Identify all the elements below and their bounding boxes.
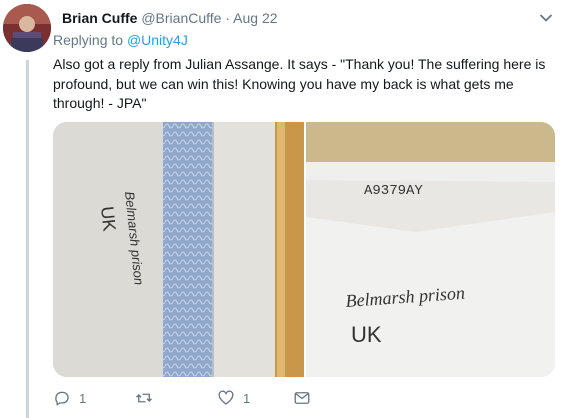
retweet-icon	[136, 393, 152, 403]
author-handle[interactable]: @BrianCuffe	[141, 10, 221, 26]
like-button[interactable]: 1	[217, 389, 250, 407]
like-icon	[218, 390, 234, 405]
photo-envelope-front[interactable]: Belmarsh prison UK	[53, 122, 304, 377]
author-name[interactable]: Brian Cuffe	[62, 10, 137, 26]
envelope-front-image: Belmarsh prison UK	[53, 122, 304, 377]
reply-button[interactable]: 1	[53, 389, 86, 407]
avatar-image	[3, 4, 51, 52]
avatar[interactable]	[3, 4, 51, 52]
chevron-down-icon[interactable]	[538, 10, 554, 26]
retweet-button[interactable]	[135, 389, 161, 407]
tweet-actions: 1 1	[53, 389, 353, 413]
tweet-text: Also got a reply from Julian Assange. It…	[53, 56, 546, 111]
media-grid: Belmarsh prison UK A9379AY Belmarsh pris…	[53, 122, 555, 377]
envelope-back-image: A9379AY Belmarsh prison UK	[306, 122, 555, 377]
direct-message-button[interactable]	[293, 389, 319, 407]
separator-dot: ·	[225, 10, 231, 26]
reply-context: Replying to @Unity4J	[53, 31, 188, 49]
reply-count: 1	[79, 390, 87, 406]
tweet-header: Brian Cuffe @BrianCuffe · Aug 22	[62, 9, 278, 27]
direct-message-icon	[294, 392, 310, 404]
like-count: 1	[243, 390, 251, 406]
handwriting-left-uk: UK	[97, 205, 120, 232]
thread-connector-line	[26, 60, 29, 418]
reply-to-link[interactable]: @Unity4J	[127, 32, 188, 48]
handwriting-right-uk: UK	[351, 322, 382, 347]
handwriting-prisoner-number: A9379AY	[364, 183, 423, 199]
reply-icon	[55, 391, 69, 406]
reply-prefix: Replying to	[53, 32, 124, 48]
svg-text:UK: UK	[97, 205, 120, 232]
tweet-date[interactable]: Aug 22	[233, 10, 277, 26]
photo-envelope-back[interactable]: A9379AY Belmarsh prison UK	[306, 122, 555, 377]
